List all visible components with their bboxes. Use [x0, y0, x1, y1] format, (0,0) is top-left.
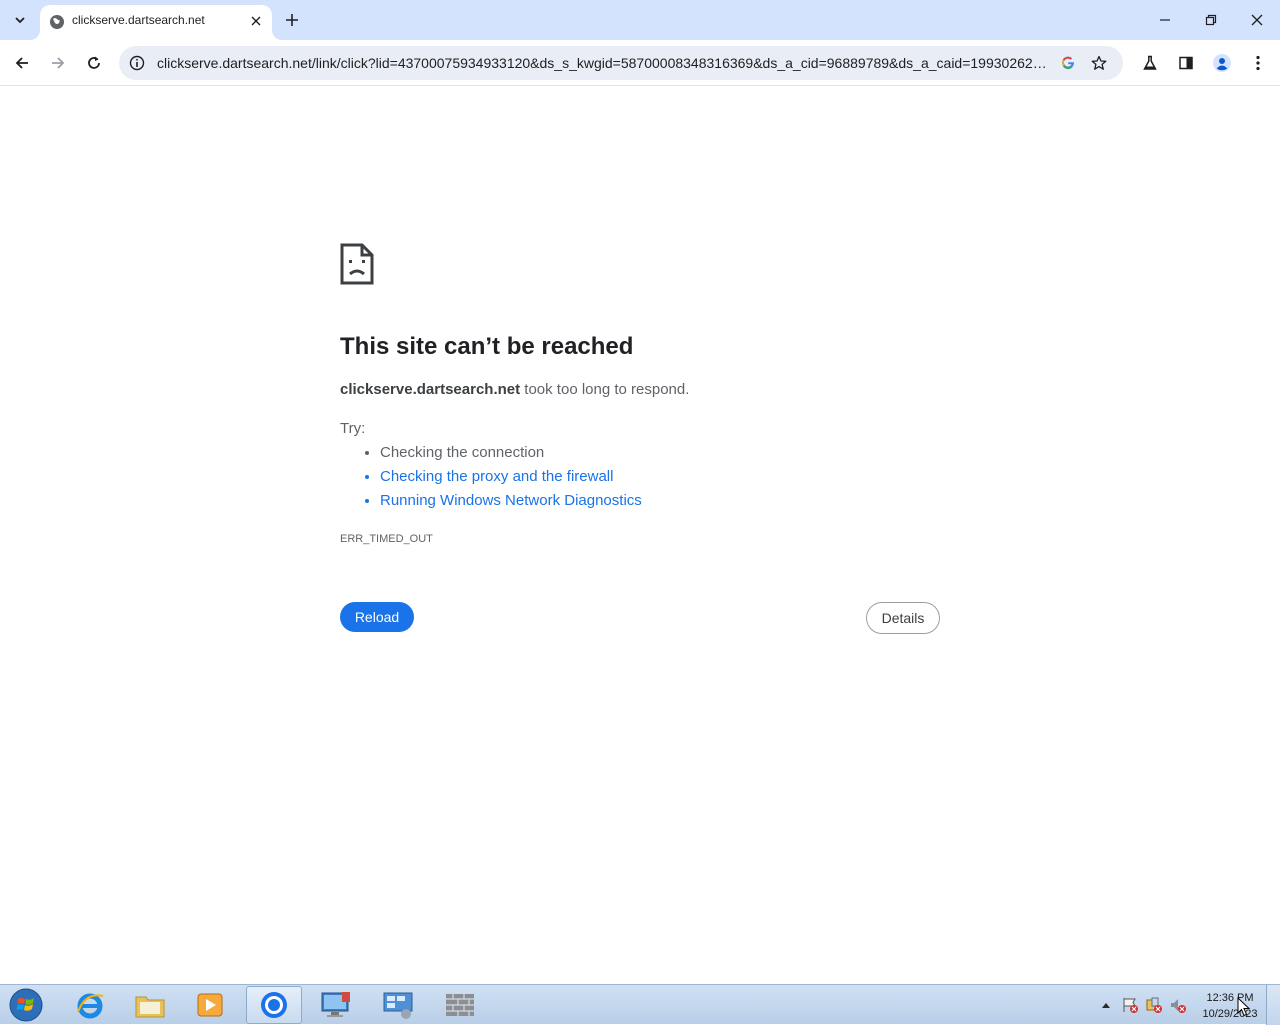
system-clock[interactable]: 12:36 PM 10/29/2023 [1198, 990, 1262, 1022]
bookmark-star-icon[interactable] [1088, 52, 1110, 74]
taskbar-internet-explorer[interactable] [62, 986, 118, 1024]
try-label: Try: [340, 420, 366, 437]
taskbar-remote-desktop[interactable] [308, 986, 364, 1024]
internet-explorer-icon [77, 993, 104, 1019]
error-code: ERR_TIMED_OUT [340, 533, 433, 545]
taskbar-firewall[interactable] [432, 986, 488, 1024]
globe-icon [50, 15, 64, 29]
arrow-left-icon [15, 57, 28, 69]
suggestions-list: Checking the connection Checking the pro… [380, 444, 642, 516]
tray-network[interactable] [1144, 991, 1164, 1019]
error-title: This site can’t be reached [340, 333, 634, 360]
start-button[interactable] [6, 987, 46, 1023]
avatar-icon [1213, 54, 1231, 72]
network-icon [383, 992, 413, 1019]
details-button[interactable]: Details [866, 602, 940, 634]
tab-active[interactable]: clickserve.dartsearch.net [40, 5, 272, 40]
back-button[interactable] [6, 47, 38, 79]
restore-button[interactable] [1188, 0, 1234, 40]
clock-date: 10/29/2023 [1202, 1008, 1258, 1020]
error-summary: clickserve.dartsearch.net took too long … [340, 381, 689, 398]
side-panel-button[interactable] [1170, 47, 1202, 79]
taskbar-network-control-panel[interactable] [370, 986, 426, 1024]
flask-icon [1143, 55, 1157, 70]
tray-volume[interactable] [1168, 991, 1188, 1019]
reload-toolbar-button[interactable] [78, 47, 110, 79]
tab-strip: clickserve.dartsearch.net [0, 0, 1280, 40]
mouse-cursor-icon [1237, 997, 1251, 1017]
forward-button[interactable] [42, 47, 74, 79]
suggestion-network-diagnostics-link[interactable]: Running Windows Network Diagnostics [380, 492, 642, 516]
show-hidden-icons-button[interactable] [1096, 991, 1116, 1019]
error-summary-text: took too long to respond. [520, 381, 690, 398]
more-vert-icon [1256, 55, 1260, 71]
folder-icon [135, 996, 165, 1018]
suggestion-check-proxy-link[interactable]: Checking the proxy and the firewall [380, 468, 642, 492]
close-icon [251, 16, 261, 26]
minimize-icon [1160, 19, 1170, 21]
tab-title: clickserve.dartsearch.net [72, 13, 205, 27]
suggestion-check-connection: Checking the connection [380, 444, 642, 468]
close-icon [1251, 14, 1263, 26]
google-lens-icon[interactable] [1058, 53, 1078, 73]
address-bar[interactable]: clickserve.dartsearch.net/link/click?lid… [119, 46, 1123, 80]
show-desktop-button[interactable] [1266, 985, 1280, 1025]
arrow-right-icon [52, 57, 65, 69]
reload-icon [88, 56, 100, 69]
chevron-up-icon [1102, 1003, 1110, 1008]
plus-icon [286, 14, 298, 26]
network-status-icon [1146, 997, 1162, 1013]
taskbar-media-player[interactable] [182, 986, 238, 1024]
labs-button[interactable] [1134, 47, 1166, 79]
flag-warning-icon [1123, 998, 1138, 1013]
url-text[interactable]: clickserve.dartsearch.net/link/click?lid… [157, 55, 1049, 71]
clock-time: 12:36 PM [1206, 992, 1254, 1004]
tray-action-center[interactable] [1120, 991, 1140, 1019]
firewall-brick-icon [446, 994, 474, 1016]
taskbar-file-explorer[interactable] [122, 986, 178, 1024]
chevron-down-icon [15, 17, 25, 24]
close-window-button[interactable] [1234, 0, 1280, 40]
reload-button[interactable]: Reload [340, 602, 414, 632]
site-info-icon[interactable] [127, 53, 147, 73]
side-panel-icon [1179, 56, 1193, 70]
minimize-button[interactable] [1142, 0, 1188, 40]
menu-button[interactable] [1242, 47, 1274, 79]
error-host: clickserve.dartsearch.net [340, 381, 521, 398]
monitor-icon [321, 992, 350, 1017]
profile-button[interactable] [1206, 47, 1238, 79]
new-tab-button[interactable] [280, 8, 304, 32]
error-page: This site can’t be reached clickserve.da… [0, 87, 1280, 984]
taskbar-chrome[interactable] [246, 986, 302, 1024]
chrome-icon [261, 992, 287, 1018]
media-player-icon [197, 993, 223, 1017]
tab-close-button[interactable] [246, 11, 266, 31]
restore-icon [1205, 14, 1217, 26]
taskbar: 12:36 PM 10/29/2023 [0, 984, 1280, 1025]
sad-page-icon [340, 243, 374, 285]
windows-logo-icon [9, 988, 43, 1022]
volume-muted-icon [1171, 999, 1186, 1013]
browser-toolbar: clickserve.dartsearch.net/link/click?lid… [0, 40, 1280, 86]
